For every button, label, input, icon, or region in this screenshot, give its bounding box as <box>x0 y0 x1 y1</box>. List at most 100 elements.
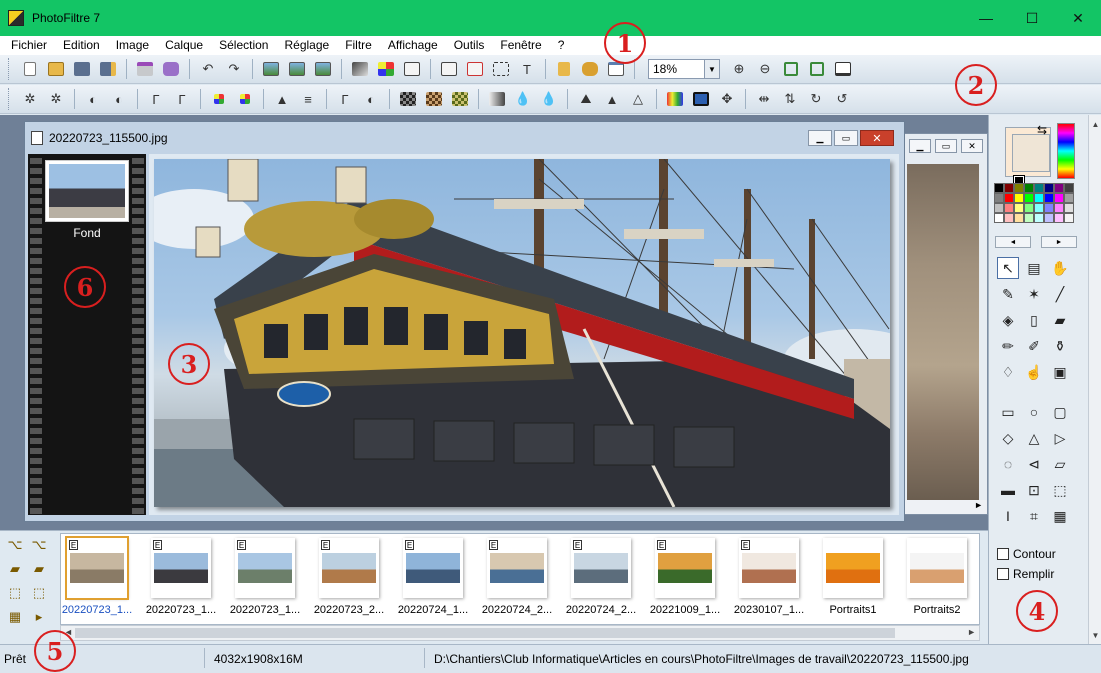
bg-maximize-icon[interactable]: ▭ <box>935 139 957 153</box>
menu-filtre[interactable]: Filtre <box>337 36 380 55</box>
document-window[interactable]: 20220723_115500.jpg ▁ ▭ ✕ Fond <box>24 121 905 522</box>
text-column-icon[interactable]: I <box>997 505 1019 527</box>
plugins-icon[interactable] <box>579 58 601 80</box>
right-triangle-shape-icon[interactable]: ▷ <box>1049 427 1071 449</box>
thumbnail-frame[interactable]: E <box>487 538 547 598</box>
thumbnail-item[interactable]: Portraits2 <box>905 538 969 624</box>
print-icon[interactable] <box>134 58 156 80</box>
stamp-tool-icon[interactable]: ⚱ <box>1049 335 1071 357</box>
actual-size-icon[interactable] <box>806 58 828 80</box>
browser-expand-icon[interactable]: ▸ <box>28 607 50 627</box>
triangle-shape-icon[interactable]: △ <box>1023 427 1045 449</box>
spray-tool-icon[interactable]: ▯ <box>1023 309 1045 331</box>
saturation-minus-icon[interactable] <box>208 88 230 110</box>
automation-icon[interactable] <box>401 58 423 80</box>
thumbnail-item[interactable]: E 20220724_2... <box>566 538 636 624</box>
thumbnail-frame[interactable]: E <box>65 536 129 600</box>
balance-icon[interactable]: ≡ <box>297 88 319 110</box>
rectangle-shape-icon[interactable]: ▭ <box>997 401 1019 423</box>
remplir-checkbox[interactable] <box>997 568 1009 580</box>
thumbnail-item[interactable]: E 20220723_1... <box>230 538 300 624</box>
undo-icon[interactable]: ↶ <box>197 58 219 80</box>
magic-wand-tool-icon[interactable]: ✶ <box>1023 283 1045 305</box>
contrast-minus-icon[interactable]: ◐ <box>82 88 104 110</box>
image-copy-icon[interactable] <box>260 58 282 80</box>
scan-icon[interactable] <box>160 58 182 80</box>
menu-help[interactable]: ? <box>550 36 573 55</box>
advanced-brush-tool-icon[interactable]: ✐ <box>1023 335 1045 357</box>
clone-tool-icon[interactable]: ▣ <box>1049 361 1071 383</box>
zoom-in-icon[interactable]: ⊕ <box>728 58 750 80</box>
browser-select-icon[interactable]: ⬚ <box>4 583 26 603</box>
palette-next-icon[interactable]: ► <box>1041 236 1077 248</box>
image-paste-icon[interactable] <box>286 58 308 80</box>
diamond-shape-icon[interactable]: ◇ <box>997 427 1019 449</box>
browser-grid-icon[interactable]: ▦ <box>4 607 26 627</box>
doc-close-icon[interactable]: ✕ <box>860 130 894 146</box>
menu-image[interactable]: Image <box>108 36 157 55</box>
relief-icon[interactable]: ⛰ <box>575 88 597 110</box>
minimize-button[interactable]: — <box>963 0 1009 36</box>
selection-crop-icon[interactable] <box>490 58 512 80</box>
line-tool-icon[interactable]: ╱ <box>1049 283 1071 305</box>
menu-calque[interactable]: Calque <box>157 36 211 55</box>
doc-minimize-icon[interactable]: ▁ <box>808 130 832 146</box>
thumbnail-frame[interactable]: E <box>655 538 715 598</box>
explorer-icon[interactable] <box>553 58 575 80</box>
remplir-option[interactable]: Remplir <box>997 567 1054 581</box>
crop-frame-icon[interactable]: ⌗ <box>1023 505 1045 527</box>
pattern-brown-icon[interactable] <box>423 88 445 110</box>
flip-icon[interactable]: ⇅ <box>779 88 801 110</box>
scroll-right-icon[interactable]: ► <box>967 627 976 637</box>
swap-colors-icon[interactable]: ⇆ <box>1037 123 1047 137</box>
brightness-minus-icon[interactable]: ✲ <box>19 88 41 110</box>
scroll-down-icon[interactable]: ▼ <box>1089 628 1101 642</box>
contour-checkbox[interactable] <box>997 548 1009 560</box>
bg-minimize-icon[interactable]: ▁ <box>909 139 931 153</box>
photo-canvas[interactable] <box>154 159 890 507</box>
gamma-plus-icon[interactable]: Γ <box>171 88 193 110</box>
pattern-green-icon[interactable] <box>449 88 471 110</box>
fill-tool-icon[interactable]: ◈ <box>997 309 1019 331</box>
crop-red-icon[interactable] <box>464 58 486 80</box>
browser-folders-icon[interactable]: ▰ <box>4 559 26 579</box>
fit-window-icon[interactable] <box>780 58 802 80</box>
hand-tool-icon[interactable]: ✋ <box>1049 257 1071 279</box>
thumbnail-item[interactable]: Portraits1 <box>821 538 885 624</box>
auto-levels-icon[interactable]: Γ <box>334 88 356 110</box>
browser-folders-alt-icon[interactable]: ▰ <box>28 559 50 579</box>
thumbnail-frame[interactable]: E <box>403 538 463 598</box>
rounded-rect-shape-icon[interactable]: ▢ <box>1049 401 1071 423</box>
crop-person-icon[interactable] <box>438 58 460 80</box>
rotate-icon[interactable]: ↻ <box>805 88 827 110</box>
new-file-icon[interactable] <box>19 58 41 80</box>
thumbnail-frame[interactable]: E <box>235 538 295 598</box>
thumbnail-frame[interactable] <box>823 538 883 598</box>
selection-dotted-icon[interactable]: ⬚ <box>1049 479 1071 501</box>
text-icon[interactable]: T <box>516 58 538 80</box>
thumbnail-item[interactable]: E 20221009_1... <box>650 538 720 624</box>
menu-outils[interactable]: Outils <box>446 36 493 55</box>
contrast-plus-icon[interactable]: ◐ <box>108 88 130 110</box>
browser-folder-tree-alt-icon[interactable]: ⌥ <box>28 535 50 555</box>
mirror-icon[interactable]: ⇹ <box>753 88 775 110</box>
cone-icon[interactable]: ▲ <box>601 88 623 110</box>
color-spectrum[interactable] <box>1057 123 1075 179</box>
transform-icon[interactable]: ✥ <box>716 88 738 110</box>
gradient-icon[interactable] <box>349 58 371 80</box>
pointer-tool-icon[interactable]: ↖ <box>997 257 1019 279</box>
thumbnail-item[interactable]: E 20220723_1... <box>62 536 132 624</box>
color-filter-icon[interactable] <box>664 88 686 110</box>
fullscreen-icon[interactable] <box>832 58 854 80</box>
auto-contrast-icon[interactable]: ◐ <box>360 88 382 110</box>
gamma-minus-icon[interactable]: Γ <box>145 88 167 110</box>
redo-icon[interactable]: ↷ <box>223 58 245 80</box>
save-icon[interactable] <box>71 58 93 80</box>
palette-prev-icon[interactable]: ◄ <box>995 236 1031 248</box>
polygon-shape-icon[interactable]: ⊲ <box>1023 453 1045 475</box>
blur-icon[interactable]: 💧 <box>512 88 534 110</box>
zoom-select[interactable]: 18% ▼ <box>648 59 720 79</box>
open-shape-icon[interactable]: ▱ <box>1049 453 1071 475</box>
menu-fichier[interactable]: Fichier <box>3 36 55 55</box>
color-palette[interactable] <box>994 183 1076 223</box>
